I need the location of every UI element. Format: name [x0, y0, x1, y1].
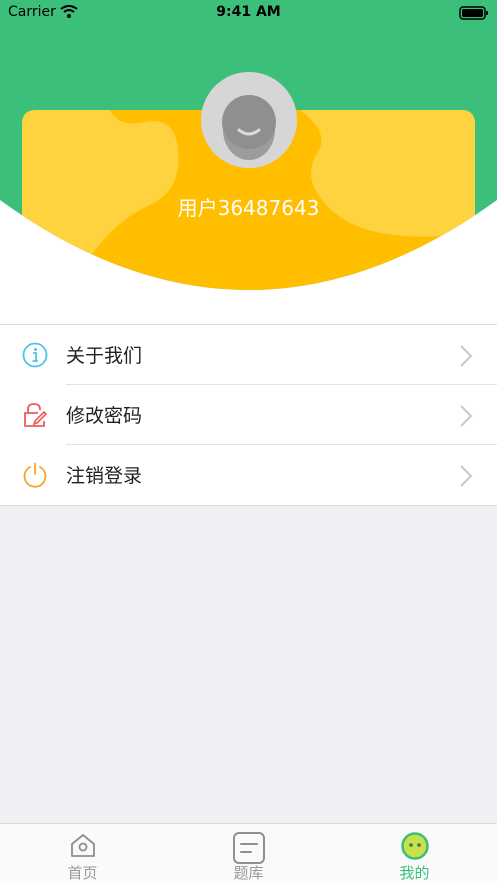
menu-item-label: 关于我们 — [66, 345, 143, 367]
tab-bar: 首页 题库 我的 — [0, 823, 497, 883]
chevron-right-icon — [459, 404, 473, 432]
tab-label: 题库 — [233, 864, 264, 882]
username: 用户36487643 — [177, 196, 320, 220]
clock-time: 9:41 AM — [216, 4, 281, 20]
status-bar: Carrier 9:41 AM — [0, 0, 497, 26]
tab-question-bank[interactable]: 题库 — [166, 824, 331, 883]
menu-item-label: 修改密码 — [66, 405, 143, 427]
avatar[interactable] — [201, 72, 297, 168]
menu-item-change-password[interactable]: 修改密码 — [0, 385, 497, 445]
info-icon — [22, 342, 48, 368]
tab-home[interactable]: 首页 — [0, 824, 165, 883]
chevron-right-icon — [459, 344, 473, 372]
avatar-placeholder-icon — [201, 72, 297, 168]
edit-lock-icon — [22, 402, 48, 428]
settings-menu: 关于我们 修改密码 注销登录 — [0, 324, 497, 506]
menu-item-label: 注销登录 — [66, 465, 143, 487]
battery-icon — [459, 6, 489, 24]
mine-face-icon — [400, 832, 429, 864]
tab-mine[interactable]: 我的 — [332, 824, 497, 883]
profile-header: Carrier 9:41 AM 用户36487643 — [0, 0, 497, 324]
menu-item-logout[interactable]: 注销登录 — [0, 445, 497, 505]
tab-label: 首页 — [67, 864, 98, 882]
home-icon — [69, 832, 97, 862]
menu-item-about-us[interactable]: 关于我们 — [0, 325, 497, 385]
chevron-right-icon — [459, 464, 473, 492]
tab-label: 我的 — [399, 864, 430, 882]
power-icon — [22, 462, 48, 488]
